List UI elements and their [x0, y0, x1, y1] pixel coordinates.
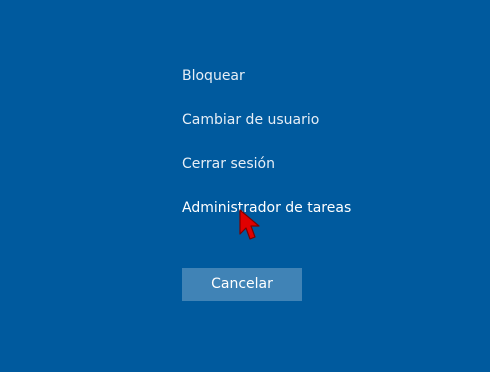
- lock-option[interactable]: Bloquear: [182, 65, 351, 87]
- security-options-screen: Bloquear Cambiar de usuario Cerrar sesió…: [0, 0, 490, 372]
- cancel-button[interactable]: Cancelar: [182, 268, 302, 301]
- switch-user-option[interactable]: Cambiar de usuario: [182, 109, 351, 131]
- security-options-menu: Bloquear Cambiar de usuario Cerrar sesió…: [182, 65, 351, 241]
- task-manager-option[interactable]: Administrador de tareas: [182, 197, 351, 219]
- sign-out-option[interactable]: Cerrar sesión: [182, 153, 351, 175]
